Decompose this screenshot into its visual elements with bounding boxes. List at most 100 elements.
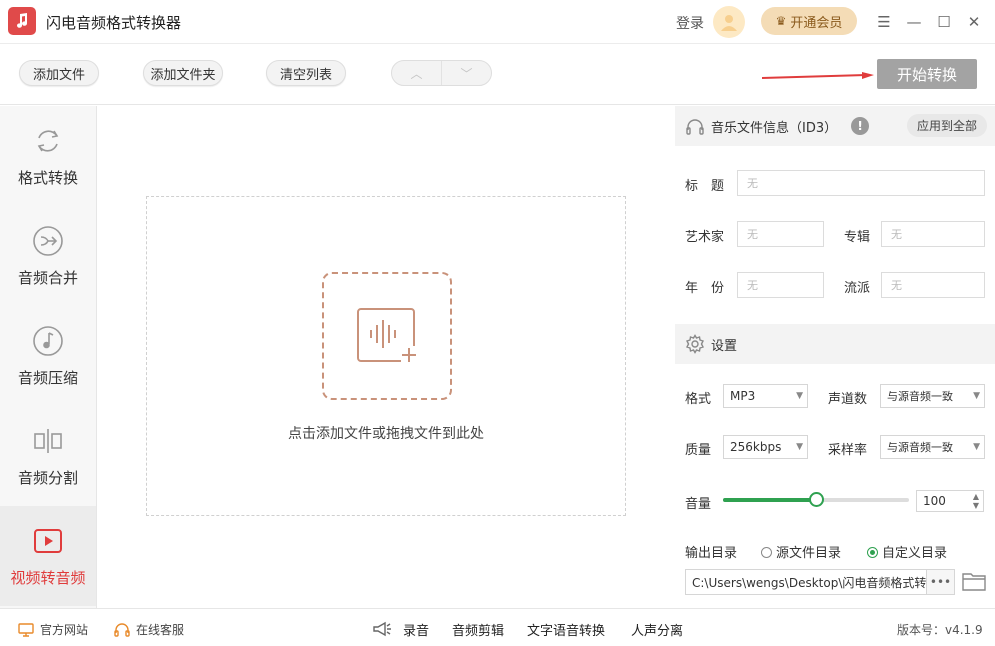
channels-label: 声道数 (828, 392, 868, 407)
chevron-down-icon: ▼ (973, 391, 980, 401)
title-label: 标 题 (685, 179, 725, 194)
sidebar-item-label: 音频合并 (17, 268, 78, 287)
format-select[interactable]: MP3 ▼ (723, 384, 808, 408)
sidebar-item-label: 视频转音频 (10, 568, 86, 587)
vip-label: 开通会员 (790, 15, 843, 31)
channels-select[interactable]: 与源音频一致 ▼ (880, 384, 985, 408)
year-label: 年 份 (685, 281, 725, 296)
minimize-icon[interactable]: — (904, 12, 924, 32)
format-label: 格式 (685, 392, 712, 407)
more-icon[interactable]: ••• (926, 570, 954, 594)
crown-icon: ♛ (775, 14, 787, 28)
vocal-split-link[interactable]: 人声分离 (631, 620, 683, 639)
gear-icon (685, 334, 705, 354)
add-audio-button[interactable] (322, 272, 452, 400)
app-logo-icon (8, 7, 36, 35)
artist-field[interactable]: 无 (737, 221, 824, 247)
record-link[interactable]: 录音 (403, 620, 429, 639)
sidebar-item-audio-split[interactable]: 音频分割 (0, 406, 96, 506)
add-folder-button[interactable]: 添加文件夹 (143, 60, 223, 86)
chevron-down-icon: ▼ (796, 391, 803, 401)
app-title: 闪电音频格式转换器 (46, 14, 182, 32)
headphones-icon (685, 116, 705, 136)
reorder-buttons: ︿ ﹀ (391, 60, 492, 86)
volume-slider[interactable] (723, 492, 909, 507)
settings-panel: 音乐文件信息（ID3） ! 应用到全部 标 题 无 艺术家 无 专辑 无 年 份… (675, 106, 995, 608)
samplerate-select[interactable]: 与源音频一致 ▼ (880, 435, 985, 459)
quality-value: 256kbps (730, 440, 782, 454)
genre-label: 流派 (844, 281, 871, 296)
samplerate-label: 采样率 (828, 443, 868, 458)
volume-slider-fill (723, 498, 816, 502)
output-option-custom-label: 自定义目录 (882, 546, 948, 561)
sidebar: 格式转换 音频合并 音频压缩 音频分割 视频转音频 (0, 106, 97, 608)
output-path-field[interactable]: C:\Users\wengs\Desktop\闪电音频格式转 ••• (685, 569, 955, 595)
volume-label: 音量 (685, 497, 712, 512)
output-option-source-label: 源文件目录 (776, 546, 842, 561)
move-up-icon[interactable]: ︿ (392, 61, 441, 85)
album-label: 专辑 (844, 230, 871, 245)
toolbar: 添加文件 添加文件夹 清空列表 ︿ ﹀ 开始转换 (0, 45, 995, 105)
website-label: 官方网站 (40, 623, 89, 637)
clear-list-button[interactable]: 清空列表 (266, 60, 346, 86)
folder-icon[interactable] (962, 571, 986, 591)
output-dir-label: 输出目录 (685, 546, 738, 561)
headset-icon (114, 622, 130, 638)
quality-select[interactable]: 256kbps ▼ (723, 435, 808, 459)
apply-all-button[interactable]: 应用到全部 (907, 114, 987, 137)
megaphone-icon (372, 620, 392, 638)
volume-stepper[interactable]: 100 ▲ ▼ (916, 490, 984, 512)
format-value: MP3 (730, 389, 756, 403)
id3-section-header: 音乐文件信息（ID3） ! 应用到全部 (675, 106, 995, 146)
settings-section-title: 设置 (711, 338, 738, 354)
output-option-source[interactable]: 源文件目录 (761, 542, 841, 561)
avatar[interactable] (713, 6, 745, 38)
merge-icon (32, 225, 64, 257)
sidebar-item-audio-compress[interactable]: 音频压缩 (0, 306, 96, 406)
id3-section-title: 音乐文件信息（ID3） (711, 120, 838, 136)
info-icon[interactable]: ! (851, 117, 870, 135)
login-link[interactable]: 登录 (676, 13, 704, 33)
title-field[interactable]: 无 (737, 170, 985, 196)
video-play-icon (32, 525, 64, 557)
start-convert-button[interactable]: 开始转换 (877, 59, 977, 89)
artist-label: 艺术家 (685, 230, 725, 245)
tts-link[interactable]: 文字语音转换 (527, 620, 605, 639)
website-link[interactable]: 官方网站 (18, 621, 88, 638)
chevron-down-icon: ▼ (796, 442, 803, 452)
version-label: 版本号：v4.1.9 (897, 623, 983, 637)
chevron-down-icon: ▼ (973, 442, 980, 452)
vip-button[interactable]: ♛ 开通会员 (761, 7, 857, 35)
support-link[interactable]: 在线客服 (114, 621, 184, 638)
maximize-icon[interactable]: ☐ (934, 12, 954, 32)
year-field[interactable]: 无 (737, 272, 824, 298)
radio-source[interactable] (761, 547, 772, 558)
sidebar-item-video-to-audio[interactable]: 视频转音频 (0, 506, 96, 606)
add-audio-icon (357, 308, 417, 364)
sidebar-item-audio-merge[interactable]: 音频合并 (0, 206, 96, 306)
move-down-icon[interactable]: ﹀ (441, 61, 491, 85)
genre-field[interactable]: 无 (881, 272, 985, 298)
pointer-arrow-icon (762, 72, 874, 79)
volume-value: 100 (923, 494, 946, 508)
sidebar-item-format-convert[interactable]: 格式转换 (0, 106, 96, 206)
close-icon[interactable]: ✕ (964, 12, 984, 32)
music-note-icon (32, 325, 64, 357)
split-icon (32, 425, 64, 457)
output-path-value: C:\Users\wengs\Desktop\闪电音频格式转 (692, 575, 927, 590)
monitor-icon (18, 622, 34, 637)
add-file-button[interactable]: 添加文件 (19, 60, 99, 86)
file-drop-zone[interactable]: 点击添加文件或拖拽文件到此处 (146, 196, 626, 516)
volume-slider-handle[interactable] (809, 492, 824, 507)
album-field[interactable]: 无 (881, 221, 985, 247)
menu-icon[interactable]: ☰ (874, 12, 894, 32)
stepper-arrows-icon[interactable]: ▲ ▼ (973, 492, 979, 510)
audio-edit-link[interactable]: 音频剪辑 (452, 620, 504, 639)
refresh-icon (32, 125, 64, 157)
sidebar-item-label: 音频压缩 (17, 368, 78, 387)
output-option-custom[interactable]: 自定义目录 (867, 542, 947, 561)
sidebar-item-label: 音频分割 (17, 468, 78, 487)
app-window: 闪电音频格式转换器 登录 ♛ 开通会员 ☰ — ☐ ✕ 添加文件 添加文件夹 清… (0, 0, 995, 646)
radio-custom[interactable] (867, 547, 878, 558)
drop-hint: 点击添加文件或拖拽文件到此处 (288, 426, 484, 442)
